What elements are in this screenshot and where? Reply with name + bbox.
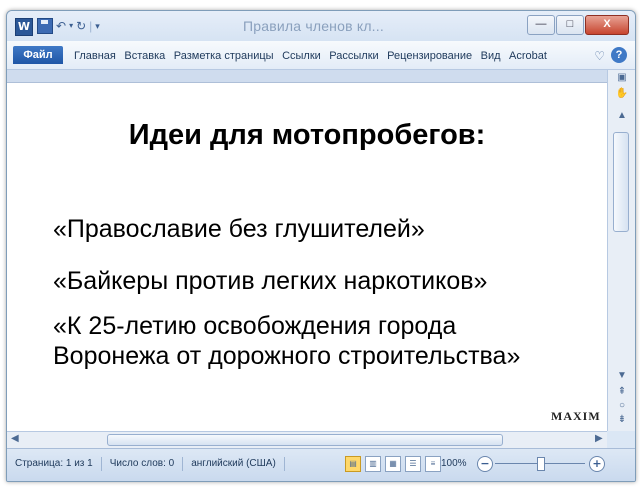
tab-home[interactable]: Главная: [74, 50, 116, 62]
maximize-button[interactable]: □: [556, 15, 584, 35]
hand-icon[interactable]: ✋: [614, 88, 630, 99]
ribbon: Файл Главная Вставка Разметка страницы С…: [7, 41, 635, 70]
window-title: Правила членов кл...: [243, 18, 384, 34]
ribbon-tabs: Главная Вставка Разметка страницы Ссылки…: [74, 50, 555, 62]
print-layout-icon[interactable]: ▤: [345, 456, 361, 472]
horizontal-scrollbar[interactable]: ◀ ▶: [7, 431, 607, 448]
tab-review[interactable]: Рецензирование: [387, 50, 472, 62]
status-bar: Страница: 1 из 1 Число слов: 0 английски…: [7, 448, 635, 481]
scroll-down-icon[interactable]: ▼: [614, 370, 630, 381]
close-button[interactable]: X: [585, 15, 629, 35]
ruler: [7, 70, 607, 83]
scroll-right-icon[interactable]: ▶: [595, 433, 603, 444]
full-screen-reading-icon[interactable]: ▥: [365, 456, 381, 472]
view-buttons: ▤ ▥ ▦ ☰ ≡: [345, 456, 441, 472]
vertical-scroll-thumb[interactable]: [613, 132, 629, 232]
tab-mailings[interactable]: Рассылки: [329, 50, 378, 62]
document-line: Воронежа от дорожного строительства»: [53, 342, 521, 370]
customize-qat-icon[interactable]: ▾: [95, 17, 100, 35]
maxim-watermark: MAXIM: [551, 409, 601, 423]
next-page-icon[interactable]: ⇟: [614, 414, 630, 425]
tab-insert[interactable]: Вставка: [124, 50, 165, 62]
status-left: Страница: 1 из 1 Число слов: 0 английски…: [13, 457, 285, 471]
document-page[interactable]: Идеи для мотопробегов: «Православие без …: [7, 83, 607, 431]
quick-access-toolbar: ↶ ▾ ↻ | ▾: [37, 17, 100, 35]
scroll-up-icon[interactable]: ▲: [614, 110, 630, 121]
undo-icon[interactable]: ↶: [56, 17, 66, 35]
window-controls: — □ X: [527, 15, 629, 35]
minimize-button[interactable]: —: [527, 15, 555, 35]
outline-icon[interactable]: ☰: [405, 456, 421, 472]
document-line: «К 25-летию освобождения города: [53, 312, 457, 340]
word-count[interactable]: Число слов: 0: [102, 457, 184, 471]
vertical-scrollbar[interactable]: ▣ ✋ ▲ ▼ ⇞ ○ ⇟: [607, 70, 635, 431]
page-count[interactable]: Страница: 1 из 1: [13, 457, 102, 471]
save-icon[interactable]: [37, 18, 53, 34]
document-line: «Байкеры против легких наркотиков»: [53, 267, 488, 295]
zoom-slider-thumb[interactable]: [537, 457, 545, 471]
expand-ribbon-icon[interactable]: ♡: [594, 49, 605, 63]
zoom-level[interactable]: 100%: [441, 458, 467, 469]
undo-dropdown-icon[interactable]: ▾: [69, 17, 73, 35]
scroll-left-icon[interactable]: ◀: [11, 433, 19, 444]
tab-file[interactable]: Файл: [13, 46, 63, 64]
tab-view[interactable]: Вид: [481, 50, 501, 62]
zoom-out-icon[interactable]: −: [477, 456, 493, 472]
draft-icon[interactable]: ≡: [425, 456, 441, 472]
ruler-toggle-icon[interactable]: ▣: [614, 72, 630, 83]
tab-acrobat[interactable]: Acrobat: [509, 50, 547, 62]
tab-references[interactable]: Ссылки: [282, 50, 321, 62]
document-title: Идеи для мотопробегов:: [128, 119, 486, 151]
web-layout-icon[interactable]: ▦: [385, 456, 401, 472]
word-app-icon[interactable]: W: [15, 18, 33, 36]
zoom-in-icon[interactable]: +: [589, 456, 605, 472]
title-bar: W ↶ ▾ ↻ | ▾ Правила членов кл... — □ X: [7, 11, 635, 41]
qat-separator: |: [89, 19, 93, 33]
tab-page-layout[interactable]: Разметка страницы: [174, 50, 274, 62]
select-browse-object-icon[interactable]: ○: [614, 400, 630, 411]
horizontal-scroll-thumb[interactable]: [107, 434, 503, 446]
previous-page-icon[interactable]: ⇞: [614, 386, 630, 397]
redo-icon[interactable]: ↻: [76, 17, 86, 35]
language-indicator[interactable]: английский (США): [183, 457, 285, 471]
document-line: «Православие без глушителей»: [53, 215, 425, 243]
help-icon[interactable]: ?: [611, 47, 627, 63]
word-window: W ↶ ▾ ↻ | ▾ Правила членов кл... — □ X Ф…: [6, 10, 636, 482]
